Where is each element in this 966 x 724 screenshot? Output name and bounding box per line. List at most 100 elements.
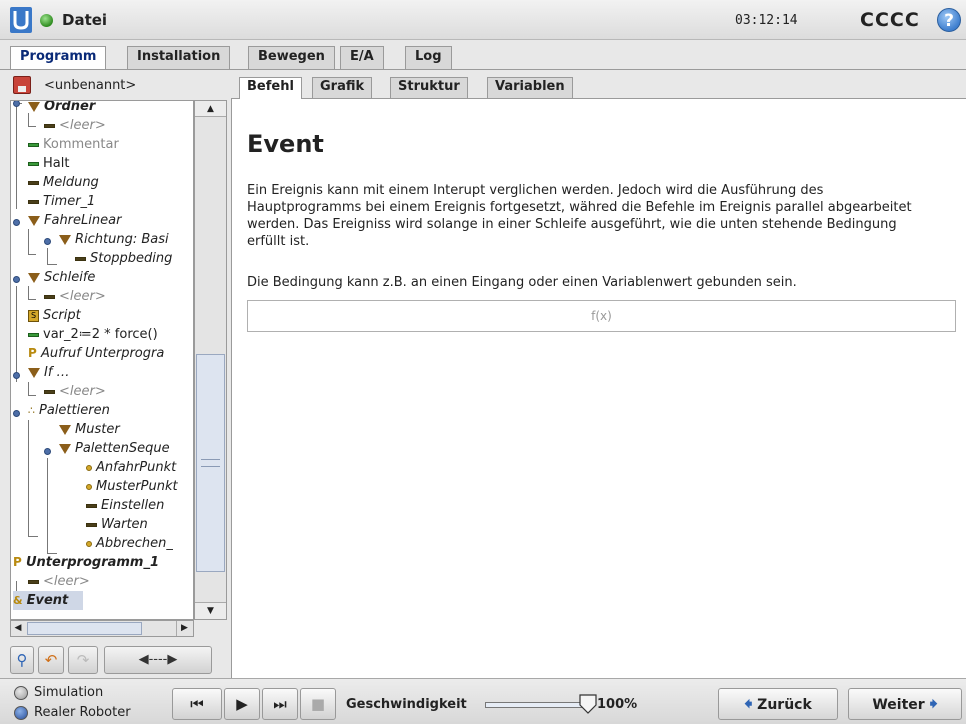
tab-programm[interactable]: Programm — [10, 46, 107, 70]
help-icon[interactable]: ? — [937, 8, 961, 32]
file-menu[interactable]: Datei — [62, 11, 107, 29]
tree-item[interactable]: Kommentar — [28, 135, 119, 154]
simulation-radio[interactable] — [14, 686, 28, 700]
folder-triangle-icon — [28, 101, 40, 112]
status-indicator-icon — [40, 14, 53, 27]
tree-item[interactable]: ∴ Palettieren — [28, 401, 110, 420]
tree-item[interactable]: Richtung: Basi — [59, 230, 169, 249]
redo-icon[interactable]: ↷ — [68, 646, 98, 674]
scroll-up-icon[interactable]: ▲ — [195, 101, 226, 117]
bar-icon — [28, 180, 39, 185]
tree-item[interactable]: Muster — [59, 420, 120, 439]
tree-item[interactable]: Einstellen — [86, 496, 164, 515]
tree-connector — [28, 382, 36, 396]
description-text: Ein Ereignis kann mit einem Interupt ver… — [247, 183, 912, 249]
triangle-icon — [59, 234, 71, 245]
empty-bar-icon — [44, 389, 55, 394]
ur-logo-icon — [10, 7, 32, 33]
tab-befehl[interactable]: Befehl — [239, 77, 302, 99]
bar-icon — [28, 199, 39, 204]
tree-item[interactable]: Abbrechen_ — [86, 534, 173, 553]
back-button[interactable]: 🠸 Zurück — [718, 688, 838, 720]
save-icon[interactable] — [13, 76, 31, 94]
scrollbar-thumb[interactable] — [27, 622, 142, 635]
tree-item[interactable]: <leer> — [44, 382, 106, 401]
tree-item[interactable]: AnfahrPunkt — [86, 458, 176, 477]
triangle-icon — [28, 367, 40, 378]
empty-bar-icon — [28, 579, 39, 584]
skip-back-button[interactable]: ⏮ — [172, 688, 222, 720]
tab-log[interactable]: Log — [405, 46, 452, 69]
tree-item[interactable]: FahreLinear — [28, 211, 121, 230]
tree-item[interactable]: Ordner — [28, 101, 95, 116]
scrollbar-thumb[interactable] — [196, 354, 225, 572]
speed-slider-fill — [486, 703, 589, 707]
script-icon: S — [28, 309, 39, 322]
tree-item[interactable]: Stoppbeding — [75, 249, 172, 268]
expand-toggle-icon[interactable] — [44, 238, 51, 245]
triangle-icon — [59, 424, 71, 435]
tree-item[interactable]: If … — [28, 363, 70, 382]
expand-toggle-icon[interactable] — [13, 101, 20, 107]
tree-connector — [28, 420, 38, 537]
search-icon[interactable]: ⚲ — [10, 646, 34, 674]
tab-ea[interactable]: E/A — [340, 46, 384, 69]
tree-connector — [28, 229, 36, 255]
waypoint-icon — [86, 483, 92, 490]
tree-item[interactable]: S Script — [28, 306, 81, 325]
real-robot-radio[interactable] — [14, 706, 28, 720]
tab-variablen[interactable]: Variablen — [487, 77, 573, 98]
tree-item[interactable]: PalettenSeque — [59, 439, 170, 458]
expand-toggle-icon[interactable] — [13, 372, 20, 379]
play-icon: ▶ — [236, 695, 248, 713]
undo-icon[interactable]: ↶ — [38, 646, 64, 674]
tree-item[interactable]: Meldung — [28, 173, 99, 192]
tree-item[interactable]: <leer> — [28, 572, 90, 591]
pallet-icon: ∴ — [28, 404, 35, 417]
tree-item[interactable]: Schleife — [28, 268, 95, 287]
tree-item[interactable]: P Aufruf Unterprogra — [28, 344, 164, 363]
move-node-button[interactable]: ◀----▶ — [104, 646, 212, 674]
step-button[interactable]: ⏭ — [262, 688, 298, 720]
triangle-icon — [28, 215, 40, 226]
robot-name: CCCC — [860, 9, 920, 31]
speed-value: 100% — [597, 697, 638, 712]
tab-installation[interactable]: Installation — [127, 46, 231, 69]
tree-item[interactable]: P Unterprogramm_1 — [13, 553, 159, 572]
stop-icon: ■ — [310, 695, 326, 713]
bar-icon — [86, 503, 97, 508]
tab-grafik[interactable]: Grafik — [312, 77, 373, 98]
step-icon: ⏭ — [273, 695, 287, 713]
next-button[interactable]: Weiter 🠺 — [848, 688, 962, 720]
speed-label: Geschwindigkeit — [346, 697, 467, 712]
expand-toggle-icon[interactable] — [13, 276, 20, 283]
bar-icon — [75, 256, 86, 261]
event-icon: & — [13, 594, 23, 607]
tab-struktur[interactable]: Struktur — [390, 77, 468, 98]
stop-button[interactable]: ■ — [300, 688, 336, 720]
condition-expression-field[interactable]: f(x) — [247, 300, 956, 332]
tab-bewegen[interactable]: Bewegen — [248, 46, 335, 69]
scroll-right-icon[interactable]: ▶ — [176, 621, 192, 636]
tree-item[interactable]: <leer> — [44, 287, 106, 306]
subprogram-icon: P — [13, 555, 22, 569]
arrow-right-icon: 🠺 — [929, 694, 938, 713]
expand-toggle-icon[interactable] — [13, 410, 20, 417]
tree-item[interactable]: Timer_1 — [28, 192, 95, 211]
tree-item[interactable]: <leer> — [44, 116, 106, 135]
scroll-down-icon[interactable]: ▼ — [195, 602, 226, 619]
tree-item[interactable]: var_2≔2 * force() — [28, 325, 158, 344]
play-button[interactable]: ▶ — [224, 688, 260, 720]
tree-item[interactable]: Warten — [86, 515, 148, 534]
bar-icon — [86, 522, 97, 527]
tree-item-selected[interactable]: & Event — [13, 591, 83, 610]
tree-item[interactable]: MusterPunkt — [86, 477, 178, 496]
scroll-left-icon[interactable]: ◀ — [11, 621, 25, 636]
expand-toggle-icon[interactable] — [44, 448, 51, 455]
green-bar-icon — [28, 161, 39, 166]
speed-slider-thumb[interactable] — [578, 693, 598, 715]
tree-item[interactable]: Halt — [28, 154, 69, 173]
expand-toggle-icon[interactable] — [13, 219, 20, 226]
real-robot-label: Realer Roboter — [34, 705, 131, 720]
empty-bar-icon — [44, 123, 55, 128]
